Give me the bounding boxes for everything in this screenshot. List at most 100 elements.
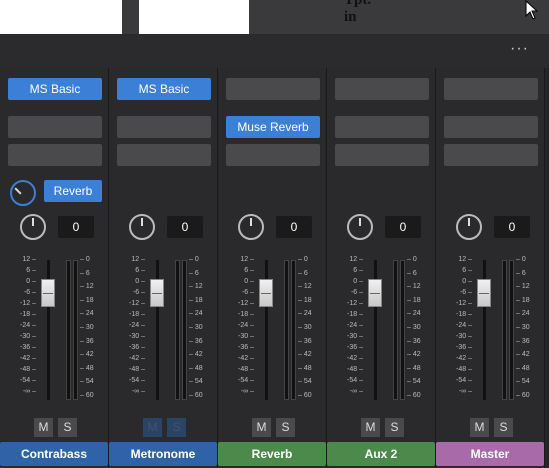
scale-tick-label: -24 – bbox=[129, 322, 145, 329]
scale-tick-label: -18 – bbox=[456, 311, 472, 318]
scale-tick-label: -18 – bbox=[20, 311, 36, 318]
scale-tick-label: -∞ – bbox=[349, 388, 363, 395]
scale-tick-label: -30 – bbox=[129, 333, 145, 340]
scale-tick-label: 6 – bbox=[26, 267, 36, 274]
channel-strip: MS Basic Reverb 0 12 – 6 – 0 – -6 – -12 – -18 – -… bbox=[0, 68, 109, 468]
pan-value[interactable]: 0 bbox=[276, 216, 312, 238]
volume-fader[interactable] bbox=[368, 279, 382, 307]
scale-tick-label: – 6 bbox=[298, 269, 308, 277]
pan-knob[interactable] bbox=[129, 214, 155, 240]
scale-tick-label: – 60 bbox=[516, 392, 530, 399]
solo-button[interactable]: S bbox=[58, 418, 77, 437]
db-scale: 12 – 6 – 0 – -6 – -12 – -18 – -24 – -30 – -36 – -… bbox=[339, 256, 363, 401]
scale-tick-label: – 36 bbox=[189, 337, 203, 345]
channel-name[interactable]: Reverb bbox=[218, 442, 326, 466]
scale-tick-label: -54 – bbox=[129, 377, 145, 384]
pan-knob[interactable] bbox=[347, 214, 373, 240]
channel-name[interactable]: Aux 2 bbox=[327, 442, 435, 466]
insert-slot[interactable] bbox=[335, 116, 429, 138]
scale-tick-label: -6 – bbox=[23, 289, 36, 296]
level-meter bbox=[393, 260, 398, 400]
mute-button[interactable]: M bbox=[361, 418, 380, 437]
insert-slot[interactable]: MS Basic bbox=[117, 78, 211, 100]
insert-slot[interactable]: MS Basic bbox=[8, 78, 102, 100]
insert-slot[interactable] bbox=[444, 116, 538, 138]
solo-button[interactable]: S bbox=[167, 418, 186, 437]
scale-tick-label: – 30 bbox=[80, 324, 94, 331]
pan-value[interactable]: 0 bbox=[385, 216, 421, 238]
scale-tick-label: -24 – bbox=[347, 322, 363, 329]
insert-slot[interactable] bbox=[226, 78, 320, 100]
scale-tick-label: -24 – bbox=[456, 322, 472, 329]
insert-slot[interactable] bbox=[335, 144, 429, 166]
insert-slot[interactable] bbox=[444, 144, 538, 166]
scale-tick-label: 0 – bbox=[353, 278, 363, 285]
solo-button[interactable]: S bbox=[385, 418, 404, 437]
scale-tick-label: -48 – bbox=[129, 366, 145, 373]
scale-tick-label: -6 – bbox=[132, 289, 145, 296]
channel-name[interactable]: Metronome bbox=[109, 442, 217, 466]
scale-tick-label: -∞ – bbox=[240, 388, 254, 395]
insert-slot[interactable] bbox=[117, 116, 211, 138]
insert-slot[interactable] bbox=[117, 144, 211, 166]
insert-slot[interactable] bbox=[444, 78, 538, 100]
pan-value[interactable]: 0 bbox=[494, 216, 530, 238]
scale-tick-label: – 24 bbox=[80, 310, 94, 318]
volume-fader[interactable] bbox=[41, 279, 55, 307]
send-button[interactable]: Reverb bbox=[44, 180, 102, 202]
scale-tick-label: – 18 bbox=[516, 296, 530, 304]
volume-fader[interactable] bbox=[477, 279, 491, 307]
pan-knob[interactable] bbox=[238, 214, 264, 240]
scale-tick-label: -30 – bbox=[238, 333, 254, 340]
scale-tick-label: – 48 bbox=[189, 364, 203, 372]
level-meter bbox=[66, 260, 71, 400]
mute-button[interactable]: M bbox=[252, 418, 271, 437]
solo-button[interactable]: S bbox=[276, 418, 295, 437]
mixer-toolbar: ··· bbox=[0, 34, 549, 68]
mute-button[interactable]: M bbox=[34, 418, 53, 437]
channel-name[interactable]: Contrabass bbox=[0, 442, 108, 466]
volume-fader[interactable] bbox=[259, 279, 273, 307]
scale-tick-label: -30 – bbox=[20, 333, 36, 340]
insert-slot[interactable] bbox=[8, 116, 102, 138]
scale-tick-label: -∞ – bbox=[131, 388, 145, 395]
scale-tick-label: – 30 bbox=[298, 324, 312, 331]
scale-tick-label: -48 – bbox=[347, 366, 363, 373]
insert-slot[interactable] bbox=[226, 144, 320, 166]
insert-slot[interactable] bbox=[8, 144, 102, 166]
pan-knob[interactable] bbox=[456, 214, 482, 240]
score-page: Tpt. in bbox=[139, 0, 371, 34]
scale-tick-label: – 36 bbox=[516, 337, 530, 345]
pan-value[interactable]: 0 bbox=[167, 216, 203, 238]
mouse-cursor-icon bbox=[525, 0, 539, 20]
scale-tick-label: -12 – bbox=[20, 300, 36, 307]
send-level-knob[interactable] bbox=[10, 180, 36, 206]
scale-tick-label: -42 – bbox=[20, 355, 36, 362]
pan-value[interactable]: 0 bbox=[58, 216, 94, 238]
scale-tick-label: -42 – bbox=[129, 355, 145, 362]
channel-strip: MS Basic 0 12 – 6 – 0 – -6 – -12 – -18 – -24 – -3… bbox=[109, 68, 218, 468]
insert-slot[interactable]: Muse Reverb bbox=[226, 116, 320, 138]
scale-tick-label: – 36 bbox=[80, 337, 94, 345]
mute-button[interactable]: M bbox=[143, 418, 162, 437]
scale-tick-label: – 42 bbox=[407, 351, 421, 359]
scale-tick-label: -42 – bbox=[238, 355, 254, 362]
scale-tick-label: – 0 bbox=[189, 256, 199, 263]
scale-tick-label: -54 – bbox=[238, 377, 254, 384]
scale-tick-label: – 60 bbox=[80, 392, 94, 399]
pan-knob[interactable] bbox=[20, 214, 46, 240]
mute-button[interactable]: M bbox=[470, 418, 489, 437]
scale-tick-label: – 42 bbox=[298, 351, 312, 359]
scale-tick-label: -12 – bbox=[129, 300, 145, 307]
volume-fader[interactable] bbox=[150, 279, 164, 307]
solo-button[interactable]: S bbox=[494, 418, 513, 437]
scale-tick-label: – 6 bbox=[516, 269, 526, 277]
level-meter bbox=[182, 260, 187, 400]
scale-tick-label: – 12 bbox=[298, 283, 312, 291]
channel-name[interactable]: Master bbox=[436, 442, 544, 466]
scale-tick-label: 12 – bbox=[131, 256, 145, 263]
insert-slot[interactable] bbox=[335, 78, 429, 100]
scale-tick-label: – 42 bbox=[80, 351, 94, 359]
more-options-icon[interactable]: ··· bbox=[510, 40, 529, 58]
scale-tick-label: -∞ – bbox=[458, 388, 472, 395]
